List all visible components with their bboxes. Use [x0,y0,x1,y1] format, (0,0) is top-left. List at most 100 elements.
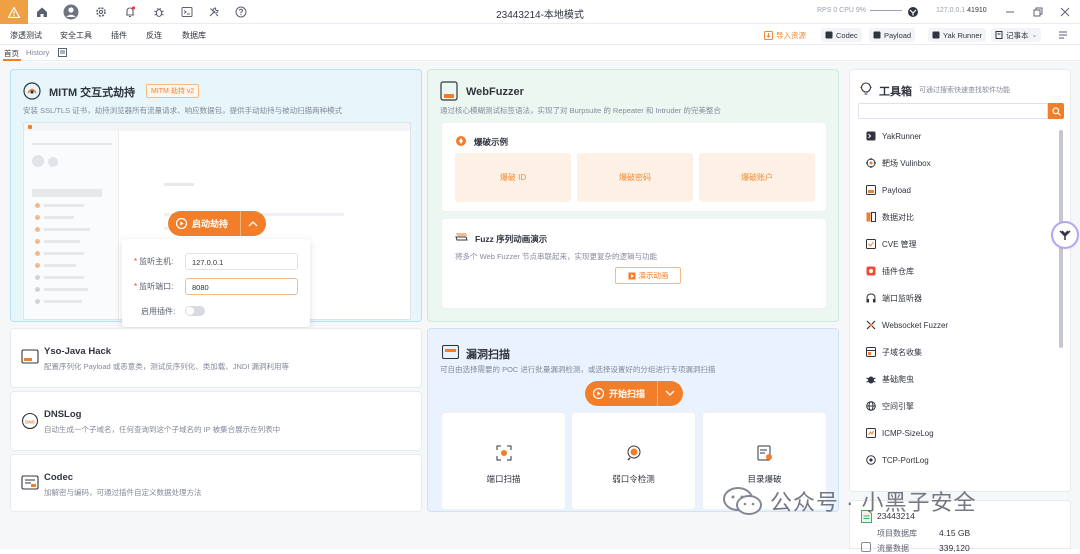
port-scan-option[interactable]: 端口扫描 [441,412,566,510]
vuln-scan-icon [442,345,459,359]
dnslog-desc: 自动生成一个子域名，任何查询到这个子域名的 IP 被集合展示在列表中 [44,425,281,434]
weak-password-label: 弱口令检测 [612,474,655,484]
tool-tcp-portlog[interactable]: TCP-PortLog [866,453,929,467]
start-scan-button[interactable]: 开始扫描 [585,381,683,406]
ip-address: 127.0.0.1 [936,7,966,14]
weak-password-option[interactable]: 弱口令检测 [571,412,696,510]
bug-icon[interactable] [152,5,166,19]
start-hijack-button[interactable]: 启动劫持 [168,211,266,236]
port-label-text: 监听端口: [139,282,174,291]
menu-security-tools[interactable]: 安全工具 [60,30,92,41]
tool-plugin-store[interactable]: 插件仓库 [866,264,914,278]
port-label: * 监听端口: [134,282,174,291]
tool-vulinbox[interactable]: 靶场 Vulinbox [866,156,931,170]
codec-button[interactable]: Codec [821,28,862,42]
title-bar: 23443214-本地模式 RPS 0 CPU 9% 127.0.0.1 419… [0,0,1080,24]
demo-animation-button[interactable]: 演示动画 [615,267,681,284]
tool-port-listener[interactable]: 端口监听器 [866,291,922,305]
tab-list-icon[interactable] [58,48,67,57]
tool-data-compare[interactable]: 数据对比 [866,210,914,224]
chevron-up-icon[interactable] [248,220,258,227]
subdomain-icon [866,347,876,357]
menu-pentest[interactable]: 渗透测试 [10,30,42,41]
menu-collapse-icon[interactable] [1056,28,1070,42]
websocket-icon [866,320,876,330]
close-icon[interactable] [1058,5,1072,19]
tool-cve[interactable]: CVE 管理 [866,237,917,251]
tool-yakrunner[interactable]: YakRunner [866,129,921,143]
yakrunner-label: Yak Runner [943,30,983,40]
dnslog-title: DNSLog [44,409,82,420]
tool-yakrunner-label: YakRunner [882,131,922,141]
demo-label: 演示动画 [638,271,669,280]
mitm-settings-popup: * 监听主机: 127.0.0.1 * 监听端口: 8080 启用插件: [122,239,310,327]
vuln-scan-desc: 可自由选择需要的 POC 进行批量漏洞检测，或选择设置好的分组进行专项漏洞扫描 [440,365,716,374]
icmp-icon [866,428,876,438]
tab-home[interactable]: 首页 [4,48,19,59]
codec-desc: 加解密与编码，可通过插件自定义数据处理方法 [44,488,202,497]
tools-icon[interactable] [207,5,221,19]
notification-bell-icon[interactable] [123,5,137,19]
tab-bar: 首页 History [0,45,1080,61]
tool-websocket-fuzzer-label: Websocket Fuzzer [882,320,949,330]
port-input[interactable]: 8080 [185,278,298,295]
play-icon [176,218,187,229]
toolbox-search-button[interactable] [1048,103,1064,119]
user-avatar-icon[interactable] [63,4,79,20]
play-icon [593,388,604,399]
notes-button[interactable]: 记事本 ⌄ [991,28,1042,42]
terminal-icon[interactable] [180,5,194,19]
minimize-icon[interactable] [1003,5,1017,19]
help-icon[interactable] [234,5,248,19]
fuzz-example-panel: 爆破示例 爆破 ID 爆破密码 爆破账户 [441,122,827,212]
sequence-icon [455,231,468,242]
project-db-label: 项目数据库 [877,529,917,538]
dnslog-icon: DNS [21,412,39,430]
fuzz-example-account[interactable]: 爆破账户 [699,153,815,202]
host-label-text: 监听主机: [139,257,174,266]
tcp-icon [866,455,876,465]
menu-reverse[interactable]: 反连 [146,30,162,41]
webfuzzer-card[interactable]: WebFuzzer 通过核心模糊测试标签语法，实现了对 Burpsuite 的 … [427,69,839,322]
payload-button[interactable]: Payload [869,28,916,42]
menu-bar: 渗透测试 安全工具 插件 反连 数据库 导入资源 Codec Payload Y… [0,24,1080,45]
settings-icon[interactable] [94,5,108,19]
warning-button[interactable] [0,0,28,24]
notes-icon [995,31,1003,39]
fuzz-example-id[interactable]: 爆破 ID [455,153,571,202]
yso-java-card[interactable]: Yso-Java Hack 配置序列化 Payload 或恶意类，测试反序列化、… [10,328,422,388]
plugin-toggle[interactable] [185,306,205,316]
tool-vulinbox-label: 靶场 Vulinbox [882,158,931,168]
tool-icmp-sizelog[interactable]: ICMP-SizeLog [866,426,934,440]
tool-websocket-fuzzer[interactable]: Websocket Fuzzer [866,318,948,332]
tool-crawler[interactable]: 基础爬虫 [866,372,914,386]
target-icon [866,158,876,168]
restore-icon[interactable] [1031,5,1045,19]
home-icon[interactable] [35,5,49,19]
menu-database[interactable]: 数据库 [182,30,206,41]
host-input[interactable]: 127.0.0.1 [185,253,298,270]
tool-payload[interactable]: Payload [866,183,911,197]
yak-assistant-button[interactable] [1053,223,1077,247]
codec-card[interactable]: Codec 加解密与编码，可通过插件自定义数据处理方法 [10,454,422,512]
chevron-down-icon[interactable] [665,390,675,397]
mitm-title: MITM 交互式劫持 [49,87,136,99]
fuzz-example-password[interactable]: 爆破密码 [577,153,693,202]
tool-subdomain[interactable]: 子域名收集 [866,345,922,359]
dnslog-card[interactable]: DNS DNSLog 自动生成一个子域名，任何查询到这个子域名的 IP 被集合展… [10,391,422,451]
tool-icmp-sizelog-label: ICMP-SizeLog [882,428,934,438]
toolbox-title: 工具箱 [879,86,912,98]
yakrunner-button[interactable]: Yak Runner [928,28,987,42]
payload-tool-icon [866,185,876,195]
menu-plugins[interactable]: 插件 [111,30,127,41]
tab-history[interactable]: History [26,48,49,57]
port-scan-label: 端口扫描 [486,474,521,484]
compare-icon [866,212,876,222]
plugin-store-icon [866,266,876,276]
toolbox-search-input[interactable] [858,103,1048,119]
host-label: * 监听主机: [134,257,174,266]
tool-space-engine-label: 空间引擎 [882,401,914,411]
tool-space-engine[interactable]: 空间引擎 [866,399,914,413]
import-resource-button[interactable]: 导入资源 [764,28,806,42]
mitm-version-badge: MITM 劫持 v2 [146,84,200,98]
